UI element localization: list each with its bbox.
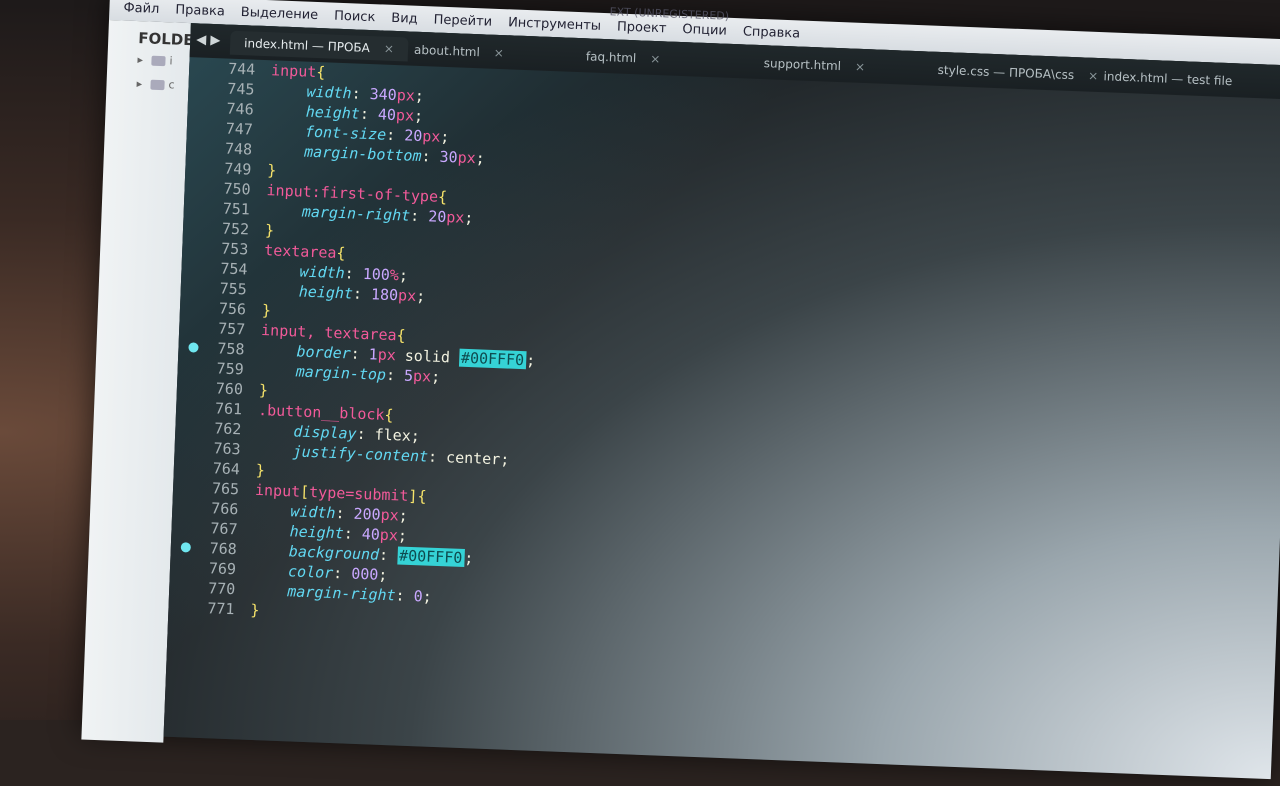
close-icon[interactable]: × (494, 46, 505, 60)
code-text: textarea{ (263, 241, 346, 263)
menu-item[interactable]: Проект (617, 19, 667, 36)
folder-icon (150, 79, 165, 91)
menu-item[interactable]: Правка (175, 2, 225, 19)
code-text: justify-content: center; (292, 442, 510, 469)
tab-label: style.css — ПРОБА\css (937, 62, 1075, 83)
code-text: height: 180px; (298, 282, 426, 306)
code-text: } (258, 381, 269, 400)
code-text: } (250, 600, 260, 620)
tab-nav-arrows-icon[interactable]: ◀ ▶ (196, 32, 221, 48)
monitor-screen: EXT (UNREGISTERED) Файл Правка Выделение По… (81, 0, 1280, 780)
code-text: margin-bottom: 30px; (303, 142, 486, 168)
code-text: margin-right: 0; (286, 582, 433, 606)
code-text: } (264, 221, 275, 240)
tab[interactable]: faq.html × (572, 44, 675, 72)
editor-area[interactable]: ◀ ▶ index.html — ПРОБА × about.html × faq.ht… (163, 23, 1280, 780)
code-text: } (261, 301, 272, 320)
tab[interactable]: style.css — ПРОБА\css × (923, 57, 1112, 88)
code-text: input{ (270, 61, 326, 82)
menu-item[interactable]: Справка (743, 24, 801, 41)
code-text: } (255, 460, 266, 480)
folder-item[interactable]: ▸ c (136, 77, 175, 91)
menu-item[interactable]: Инструменты (508, 15, 602, 34)
menu-item[interactable]: Перейти (433, 12, 492, 29)
menu-item[interactable]: Поиск (334, 8, 376, 25)
tab-label: support.html (763, 56, 842, 74)
tab[interactable]: index.html — ПРОБА × (229, 30, 409, 62)
close-icon[interactable]: × (650, 52, 661, 66)
code-text: } (267, 161, 277, 180)
tab[interactable]: index.html — test file (1089, 64, 1247, 94)
chevron-right-icon[interactable]: ▸ (137, 53, 147, 66)
sidebar-header: FOLDE (137, 29, 194, 50)
menu-item[interactable]: Опции (682, 22, 727, 39)
folder-item[interactable]: ▸ i (137, 53, 173, 67)
menu-item[interactable]: Файл (123, 0, 159, 16)
menu-item[interactable]: Вид (391, 10, 418, 26)
folder-icon (151, 55, 166, 67)
menu-item[interactable]: Выделение (241, 5, 319, 23)
tab-label: about.html (413, 42, 481, 60)
line-number: 771 (207, 599, 235, 619)
tab[interactable]: support.html × (749, 51, 879, 80)
tab[interactable]: about.html × (400, 37, 519, 66)
close-icon[interactable]: × (384, 42, 395, 56)
code-line[interactable]: 771} (168, 597, 260, 620)
tab-label: index.html — test file (1103, 69, 1233, 89)
close-icon[interactable]: × (855, 60, 866, 74)
tab-label: faq.html (585, 49, 637, 66)
chevron-right-icon[interactable]: ▸ (136, 77, 146, 90)
tab-label: index.html — ПРОБА (243, 36, 371, 56)
